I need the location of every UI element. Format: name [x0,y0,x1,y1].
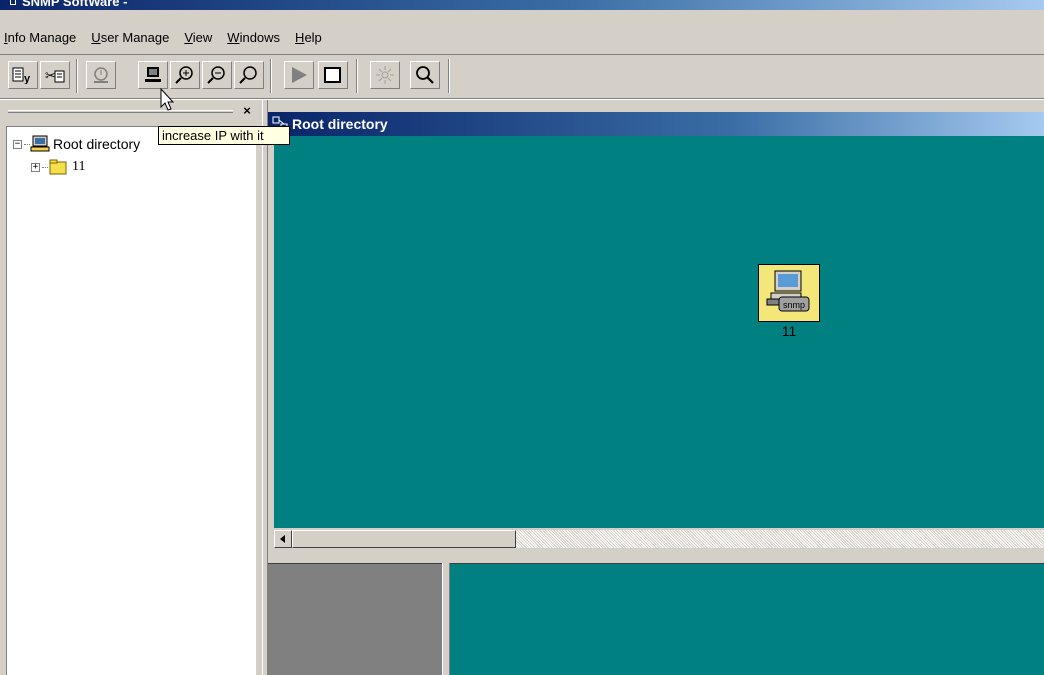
menu-view[interactable]: View [184,30,212,45]
toolbar: y ✂ [0,55,1044,99]
menu-view-label: iew [192,30,213,45]
toolbar-separator [76,59,78,93]
tree-item-11[interactable]: + 11 [31,158,85,176]
zoom-out-icon [207,66,225,84]
stop-button[interactable] [318,61,348,89]
app-title: SNMP SoftWare - [22,0,128,9]
arrow-left-icon [280,535,285,543]
toolbar-separator [356,59,358,93]
light-icon [376,66,394,84]
child-window-title: Root directory [292,116,388,132]
add-ip-button[interactable] [138,61,168,89]
zoom-in-icon [175,66,193,84]
zoom-out-button[interactable] [202,61,232,89]
horizontal-scrollbar[interactable] [274,530,1044,548]
menu-windows[interactable]: Windows [227,30,280,45]
network-icon [2,0,18,9]
computer-icon [145,67,161,82]
close-pane-button[interactable]: × [240,104,254,118]
menu-user-manage[interactable]: User Manage [91,30,169,45]
tree-item-label: Root directory [53,136,141,152]
svg-text:✂: ✂ [45,69,56,84]
menu-bar: Info Manage User Manage View Windows Hel… [0,10,1044,56]
bottom-panel [268,555,1044,675]
properties-icon: y [12,67,31,84]
topology-canvas[interactable]: snmp 11 [274,136,1044,528]
zoom-button[interactable] [234,61,264,89]
search-icon [416,66,434,84]
zoom-icon [239,66,257,84]
app-title-bar[interactable]: SNMP SoftWare - [0,0,1044,10]
menu-help[interactable]: Help [295,30,322,45]
child-title-bar[interactable]: Root directory [268,112,1044,136]
menu-user-manage-label: ser Manage [100,30,170,45]
toolbar-separator [270,59,272,93]
root-directory-window: Root directory snmp 11 [268,100,1044,555]
menu-user-manage-accel: U [91,30,101,45]
properties-button[interactable]: y [8,61,38,89]
alarm-icon [94,67,108,83]
tooltip: increase IP with it [158,126,290,145]
light-button[interactable] [370,61,400,89]
menu-windows-label: indows [239,30,281,45]
zoom-in-button[interactable] [170,61,200,89]
collapse-toggle[interactable]: − [13,139,22,149]
scroll-left-button[interactable] [274,530,292,548]
toolbar-separator [448,59,450,93]
scroll-thumb[interactable] [292,530,516,548]
device-node-box[interactable]: snmp [758,264,820,322]
tree-view[interactable]: − Root directory + 11 [6,126,256,675]
folder-icon [49,159,67,175]
snmp-badge: snmp [783,300,805,310]
cut-button[interactable]: ✂ [40,61,70,89]
menu-help-label: elp [304,30,322,45]
pane-grip[interactable] [8,110,233,113]
bottom-splitter[interactable] [442,563,450,675]
tree-pane-header: × [0,100,262,124]
search-button[interactable] [410,61,440,89]
menu-view-accel: V [184,30,193,45]
mouse-cursor-icon [160,88,175,111]
device-node-label: 11 [781,323,797,339]
bottom-left-pane [268,563,442,675]
tree-item-root[interactable]: − Root directory [13,135,140,153]
menu-info-manage-label: nfo Manage [7,30,77,45]
snmp-computer-icon: snmp [766,270,810,312]
tree-item-label: 11 [72,159,86,174]
bottom-right-pane [450,563,1044,675]
device-node[interactable]: snmp 11 [758,264,820,339]
menu-info-manage[interactable]: Info Manage [4,30,76,45]
play-icon [292,67,307,83]
svg-text:y: y [24,73,31,84]
alarm-button[interactable] [86,61,116,89]
menu-windows-accel: W [227,30,240,45]
cut-icon: ✂ [45,69,65,84]
computer-icon [30,135,50,152]
tree-pane: × − Root directory + 11 [0,100,262,675]
stop-icon [324,67,341,83]
play-button[interactable] [284,61,314,89]
expand-toggle[interactable]: + [31,162,40,172]
